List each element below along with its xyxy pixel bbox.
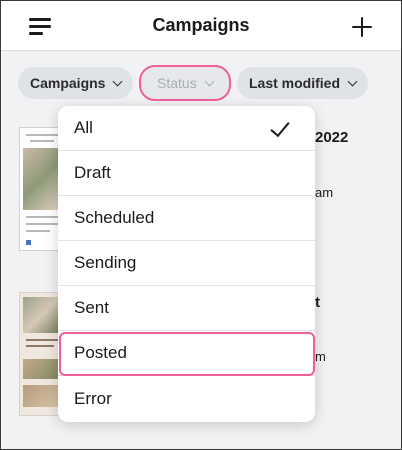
campaign-meta: am xyxy=(315,185,334,200)
status-option-error[interactable]: Error xyxy=(58,376,315,421)
status-option-scheduled[interactable]: Scheduled xyxy=(58,196,315,241)
status-dropdown-menu: All Draft Scheduled Sending Sent Posted … xyxy=(58,106,315,422)
last-modified-filter-button[interactable]: Last modified xyxy=(237,67,369,99)
status-filter-button[interactable]: Status xyxy=(139,65,231,101)
status-option-all[interactable]: All xyxy=(58,106,315,151)
status-option-label: Sending xyxy=(74,253,137,272)
chevron-down-icon xyxy=(204,76,215,86)
campaign-title: 2022 xyxy=(315,129,349,146)
status-option-posted[interactable]: Posted xyxy=(58,331,315,376)
campaign-title: t xyxy=(315,294,320,311)
campaigns-filter-button[interactable]: Campaigns xyxy=(18,67,134,99)
app-frame: Campaigns Campaigns Status Last modified… xyxy=(0,0,402,450)
chevron-down-icon xyxy=(347,76,358,86)
status-option-sending[interactable]: Sending xyxy=(58,241,315,286)
campaigns-filter-label: Campaigns xyxy=(30,75,106,91)
status-option-draft[interactable]: Draft xyxy=(58,151,315,196)
top-bar: Campaigns xyxy=(1,1,401,51)
status-option-label: Posted xyxy=(74,343,127,362)
campaign-meta: m xyxy=(315,349,326,364)
chevron-down-icon xyxy=(113,76,123,86)
status-option-label: Sent xyxy=(74,298,109,317)
status-option-label: Error xyxy=(74,388,112,408)
status-option-sent[interactable]: Sent xyxy=(58,286,315,331)
plus-icon[interactable] xyxy=(352,17,372,37)
checkmark-icon xyxy=(270,116,290,138)
status-option-label: Scheduled xyxy=(74,208,155,227)
status-filter-label: Status xyxy=(157,75,197,91)
status-option-label: All xyxy=(74,118,93,137)
last-modified-filter-label: Last modified xyxy=(249,75,341,91)
page-title: Campaigns xyxy=(152,15,250,35)
status-option-label: Draft xyxy=(74,163,111,182)
